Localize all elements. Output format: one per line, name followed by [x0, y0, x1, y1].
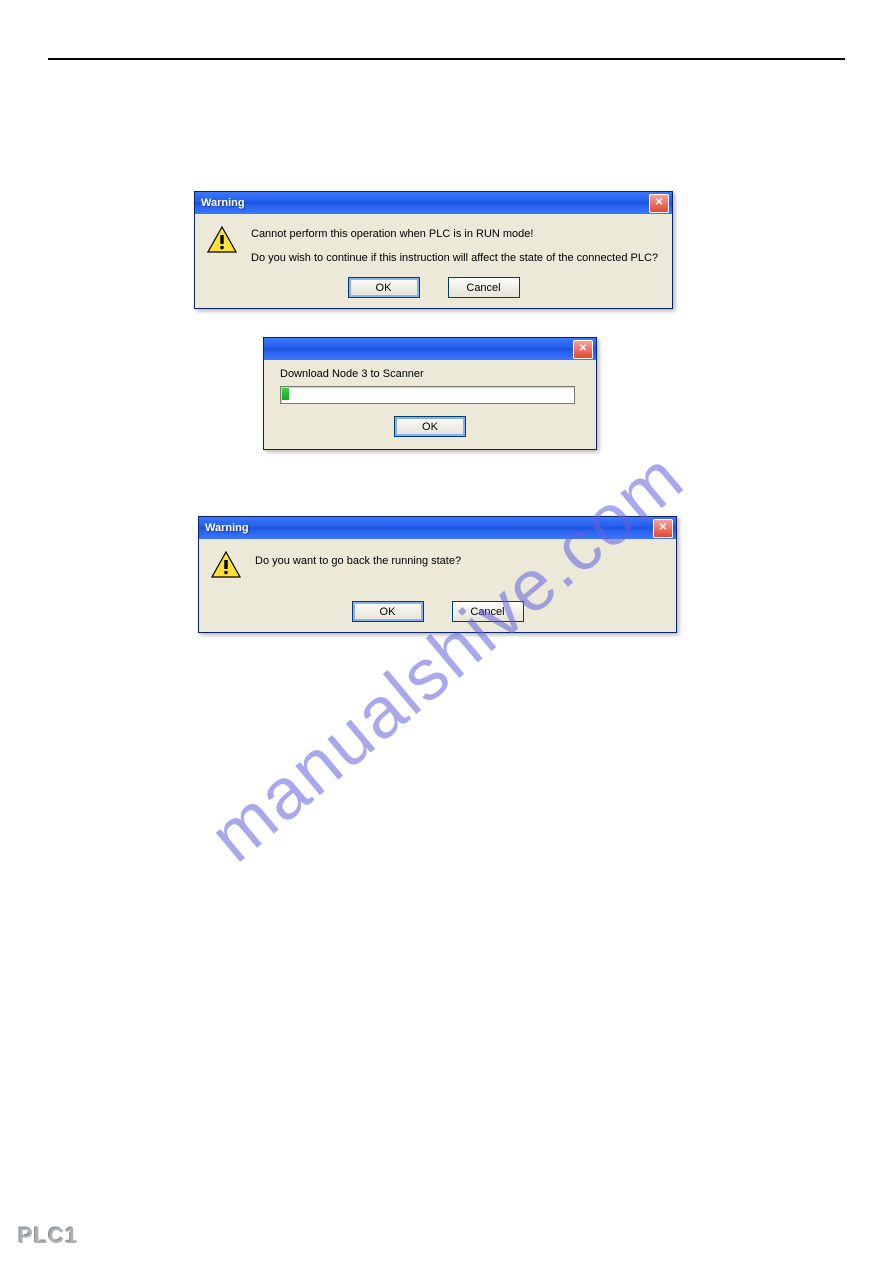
close-icon[interactable]: [573, 340, 593, 359]
progress-label: Download Node 3 to Scanner: [280, 368, 580, 380]
cancel-button[interactable]: Cancel: [452, 601, 524, 622]
message-line-2: Do you wish to continue if this instruct…: [251, 250, 660, 268]
page-top-rule: [48, 58, 845, 60]
download-progress-dialog: Download Node 3 to Scanner OK: [263, 337, 597, 450]
warning-dialog-go-back: Warning Do you want to go back the runni…: [198, 516, 677, 633]
close-icon[interactable]: [653, 519, 673, 538]
button-row: OK: [280, 416, 580, 437]
plc-badge: PLC1: [18, 1223, 78, 1249]
content-row: Cannot perform this operation when PLC i…: [207, 226, 660, 267]
cancel-button[interactable]: Cancel: [448, 277, 520, 298]
watermark-text: manualshive.com: [194, 436, 699, 878]
warning-icon: [211, 551, 241, 579]
message-text: Cannot perform this operation when PLC i…: [251, 226, 660, 267]
button-row: OK Cancel: [207, 277, 660, 298]
close-icon[interactable]: [649, 194, 669, 213]
message-line-1: Cannot perform this operation when PLC i…: [251, 226, 660, 244]
titlebar: Warning: [195, 192, 672, 214]
ok-button[interactable]: OK: [348, 277, 420, 298]
dialog-title: Warning: [205, 522, 249, 534]
warning-icon: [207, 226, 237, 254]
dialog-body: Do you want to go back the running state…: [199, 539, 676, 632]
button-row: OK Cancel: [211, 601, 664, 622]
message-line-1: Do you want to go back the running state…: [255, 553, 664, 571]
dialog-body: Cannot perform this operation when PLC i…: [195, 214, 672, 308]
warning-dialog-run-mode: Warning Cannot perform this operation wh…: [194, 191, 673, 309]
ok-button[interactable]: OK: [352, 601, 424, 622]
ok-button[interactable]: OK: [394, 416, 466, 437]
message-text: Do you want to go back the running state…: [255, 551, 664, 571]
dialog-title: Warning: [201, 197, 245, 209]
progress-bar: [280, 386, 575, 404]
content-row: Do you want to go back the running state…: [211, 551, 664, 579]
titlebar: Warning: [199, 517, 676, 539]
progress-fill: [282, 388, 289, 400]
titlebar: [264, 338, 596, 360]
dialog-body: Download Node 3 to Scanner OK: [264, 360, 596, 449]
